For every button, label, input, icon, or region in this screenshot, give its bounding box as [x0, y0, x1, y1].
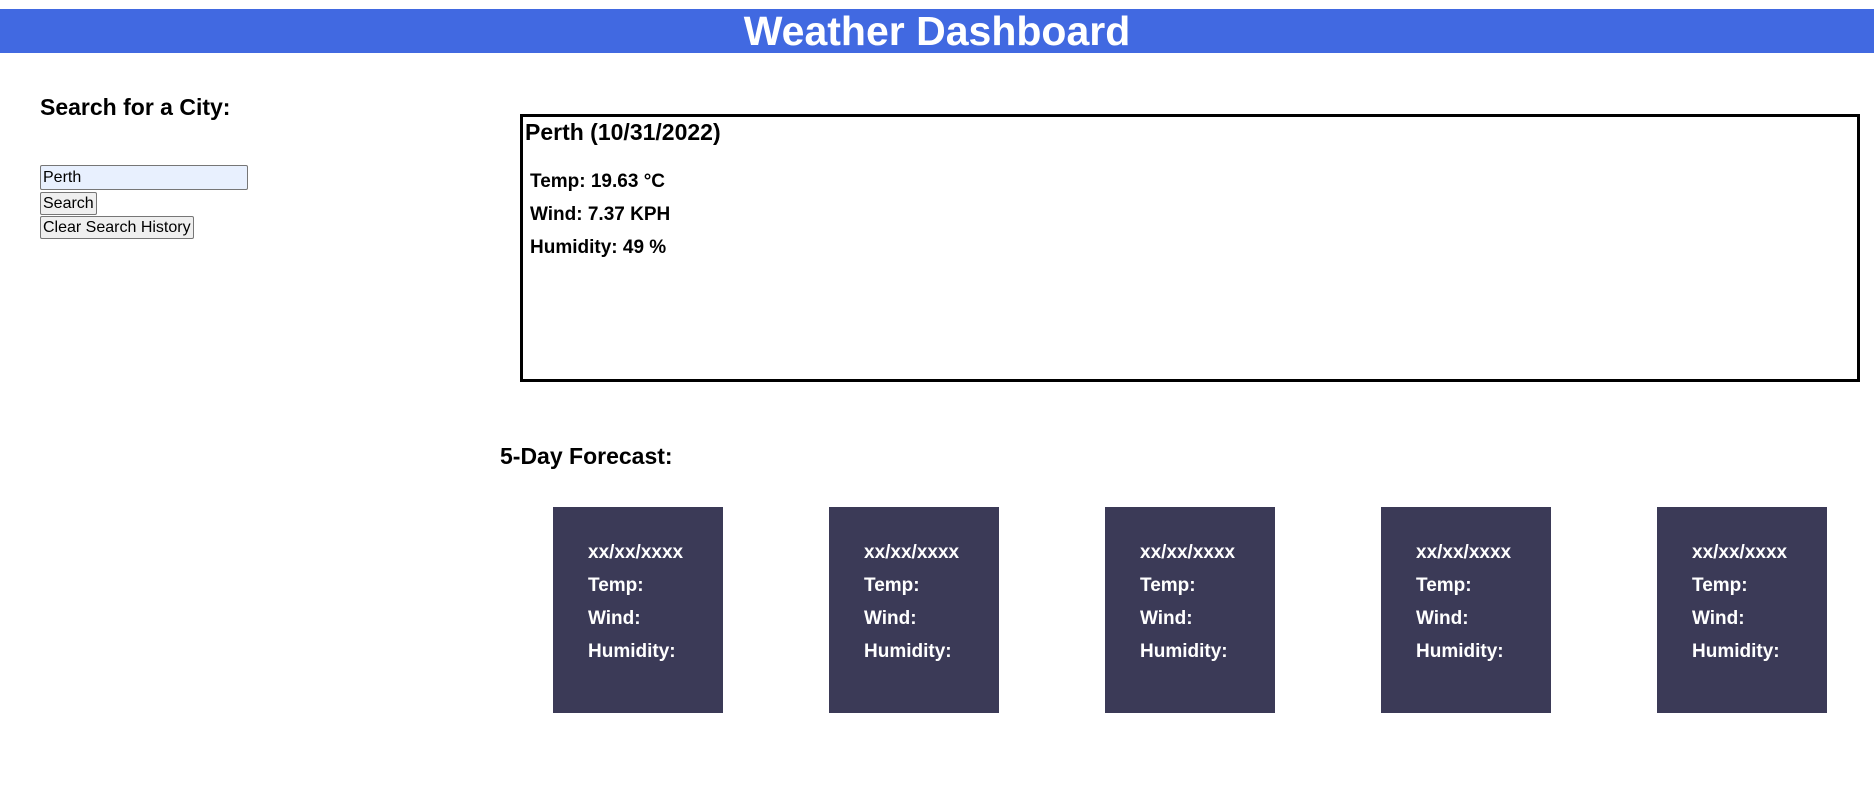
- forecast-temp: Temp:: [1692, 575, 1748, 596]
- forecast-wind: Wind:: [864, 608, 917, 629]
- forecast-heading: 5-Day Forecast:: [500, 443, 673, 469]
- forecast-card: xx/xx/xxxx Temp: Wind: Humidity:: [829, 507, 999, 713]
- page-title: Weather Dashboard: [743, 8, 1131, 54]
- forecast-date: xx/xx/xxxx: [588, 542, 684, 563]
- forecast-card: xx/xx/xxxx Temp: Wind: Humidity:: [1381, 507, 1551, 713]
- current-wind: Wind: 7.37 KPH: [530, 204, 671, 225]
- city-search-input[interactable]: [40, 165, 248, 190]
- forecast-card: xx/xx/xxxx Temp: Wind: Humidity:: [553, 507, 723, 713]
- search-button[interactable]: Search: [40, 192, 97, 215]
- current-temp: Temp: 19.63 °C: [530, 171, 666, 192]
- forecast-humidity: Humidity:: [1416, 641, 1504, 662]
- forecast-temp: Temp:: [1416, 575, 1472, 596]
- forecast-wind: Wind:: [1692, 608, 1745, 629]
- forecast-date: xx/xx/xxxx: [1140, 542, 1236, 563]
- forecast-card: xx/xx/xxxx Temp: Wind: Humidity:: [1105, 507, 1275, 713]
- forecast-card: xx/xx/xxxx Temp: Wind: Humidity:: [1657, 507, 1827, 713]
- forecast-humidity: Humidity:: [864, 641, 952, 662]
- forecast-temp: Temp:: [1140, 575, 1196, 596]
- clear-history-button[interactable]: Clear Search History: [40, 216, 194, 239]
- forecast-date: xx/xx/xxxx: [864, 542, 960, 563]
- forecast-temp: Temp:: [864, 575, 920, 596]
- current-humidity: Humidity: 49 %: [530, 237, 667, 258]
- forecast-wind: Wind:: [588, 608, 641, 629]
- forecast-humidity: Humidity:: [1140, 641, 1228, 662]
- forecast-temp: Temp:: [588, 575, 644, 596]
- current-weather-panel: Perth (10/31/2022) Temp: 19.63 °C Wind: …: [520, 114, 1860, 382]
- forecast-date: xx/xx/xxxx: [1692, 542, 1788, 563]
- page-header: Weather Dashboard: [0, 9, 1874, 53]
- forecast-humidity: Humidity:: [588, 641, 676, 662]
- forecast-wind: Wind:: [1416, 608, 1469, 629]
- forecast-wind: Wind:: [1140, 608, 1193, 629]
- forecast-date: xx/xx/xxxx: [1416, 542, 1512, 563]
- current-city-title: Perth (10/31/2022): [525, 119, 721, 145]
- search-heading: Search for a City:: [40, 94, 231, 120]
- forecast-humidity: Humidity:: [1692, 641, 1780, 662]
